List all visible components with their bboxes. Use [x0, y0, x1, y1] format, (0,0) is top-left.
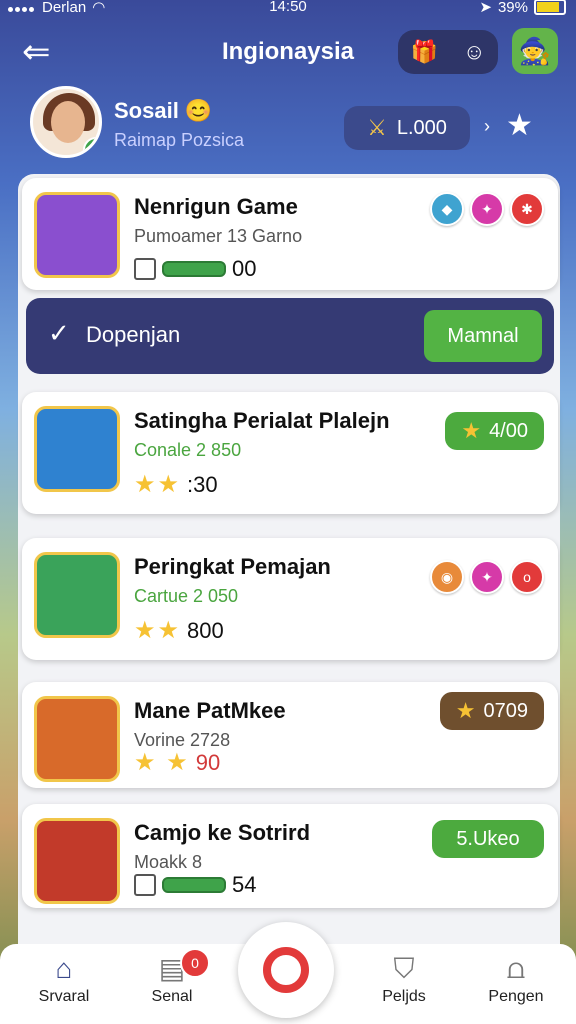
- coins-value: L.000: [396, 116, 447, 139]
- game-meta: ★★ 800: [134, 616, 224, 645]
- magic-icon[interactable]: ✦: [470, 192, 504, 226]
- score-value: 0709: [483, 699, 529, 722]
- meta-value: 800: [187, 617, 224, 643]
- notification-badge: 0: [180, 948, 210, 978]
- card-action-icons: ◉ ✦ o: [430, 560, 544, 594]
- rating-stars-icon: ★★: [134, 617, 182, 644]
- sword-icon: ⚔: [367, 115, 387, 140]
- map-icon: ⛉: [393, 953, 415, 984]
- avatar[interactable]: [30, 86, 102, 158]
- game-card[interactable]: Camjo ke Sotrird Moakk 8 54 5.Ukeo: [22, 804, 558, 908]
- user-avatar-button[interactable]: 🧙: [512, 28, 558, 74]
- meta-value: 00: [232, 256, 257, 281]
- score-value: 5.Ukeo: [456, 827, 520, 850]
- meta-value: 54: [232, 872, 257, 897]
- game-title: Nenrigun Game: [134, 194, 298, 219]
- section-header: ✓ Dopenjan Mamnal: [26, 298, 554, 374]
- score-value: 4/00: [489, 419, 528, 442]
- nav-item-tasks[interactable]: ⛉ Peljds: [356, 950, 452, 1006]
- gift-icon[interactable]: 🎁: [411, 39, 438, 65]
- check-icon: ✓: [48, 318, 70, 348]
- favorite-star-icon[interactable]: ★: [506, 108, 533, 143]
- meta-value: 90: [195, 749, 221, 775]
- nav-label: Peljds: [382, 988, 426, 1005]
- nav-item-home[interactable]: ⌂ Srvaral: [16, 950, 112, 1006]
- header-actions: 🎁 ☺: [398, 30, 498, 74]
- game-meta: ★ ★ 90: [134, 748, 220, 777]
- rating-stars-icon: ★ ★: [134, 749, 190, 776]
- game-thumbnail: [34, 818, 120, 904]
- tag-icon: [134, 258, 156, 280]
- status-bar: Derlan ◠ 14:50 ➤ 39%: [0, 0, 576, 20]
- game-meta: 00: [134, 256, 256, 282]
- game-card[interactable]: Mane PatMkee Vorine 2728 ★ ★ 90 ★ 0709: [22, 682, 558, 788]
- game-card[interactable]: Satingha Perialat Plalejn Conale 2 850 ★…: [22, 392, 558, 514]
- game-title: Camjo ke Sotrird: [134, 820, 311, 845]
- game-thumbnail: [34, 696, 120, 782]
- game-title: Mane PatMkee: [134, 698, 286, 723]
- avatar-face: [51, 101, 85, 143]
- rating-stars-icon: ★★: [134, 471, 182, 498]
- battery-icon: [534, 0, 566, 15]
- game-title: Peringkat Pemajan: [134, 554, 331, 579]
- game-card[interactable]: Nenrigun Game Pumoamer 13 Garno 00 ◆ ✦ ✱: [22, 178, 558, 290]
- game-subtitle: Pumoamer 13 Garno: [134, 226, 303, 246]
- game-subtitle: Cartue 2 050: [134, 586, 239, 606]
- magic-icon[interactable]: ✦: [470, 560, 504, 594]
- alert-icon[interactable]: o: [510, 560, 544, 594]
- nav-label: Senal: [151, 988, 193, 1005]
- game-subtitle: Moakk 8: [134, 852, 203, 872]
- meta-value: :30: [187, 471, 218, 497]
- game-thumbnail: [34, 552, 120, 638]
- bottom-nav: ⌂ Srvaral ▤ Senal 0 ⛉ Peljds ⩍ Pengen: [0, 922, 576, 1024]
- game-title: Satingha Perialat Plalejn: [134, 408, 390, 433]
- verified-badge-icon: [83, 137, 99, 155]
- home-icon: ⌂: [55, 953, 73, 984]
- nav-label: Srvaral: [38, 988, 90, 1005]
- location-icon: ➤: [479, 0, 492, 16]
- chevron-right-icon[interactable]: ›: [484, 116, 490, 137]
- score-badge[interactable]: ★ 0709: [439, 692, 544, 730]
- gear-icon[interactable]: ✱: [510, 192, 544, 226]
- profile-section: Sosail 😊 Raimap Pozsica ⚔ L.000 › ★: [0, 86, 576, 166]
- game-meta: ★★ :30: [134, 470, 218, 499]
- location-pin-icon: [263, 947, 309, 993]
- nav-label: Pengen: [488, 988, 544, 1005]
- face-icon[interactable]: ☺: [463, 39, 485, 65]
- center-map-button[interactable]: [238, 922, 334, 1018]
- game-thumbnail: [34, 192, 120, 278]
- card-action-icons: ◆ ✦ ✱: [430, 192, 544, 226]
- star-icon: ★: [455, 698, 476, 723]
- star-icon: ★: [461, 418, 482, 443]
- profile-name: Sosail 😊: [114, 98, 213, 123]
- game-card[interactable]: Peringkat Pemajan Cartue 2 050 ★★ 800 ◉ …: [22, 538, 558, 660]
- section-label: Dopenjan: [86, 322, 181, 347]
- profile-subtitle: Raimap Pozsica: [114, 130, 245, 150]
- progress-bar: [162, 261, 226, 277]
- coins-button[interactable]: ⚔ L.000: [344, 106, 470, 150]
- nav-item-messages[interactable]: ▤ Senal 0: [124, 948, 220, 1006]
- battery-percent: 39%: [497, 0, 528, 16]
- status-right: ➤ 39%: [479, 0, 566, 16]
- progress-bar: [162, 877, 226, 893]
- game-meta: 54: [134, 872, 256, 898]
- top-bar: ⇐ Ingionaysia 🎁 ☺ 🧙: [0, 28, 576, 78]
- tag-icon: [134, 874, 156, 896]
- potion-icon[interactable]: ◉: [430, 560, 464, 594]
- nav-item-settings[interactable]: ⩍ Pengen: [468, 950, 564, 1006]
- manual-button[interactable]: Mamnal: [424, 310, 542, 362]
- game-thumbnail: [34, 406, 120, 492]
- score-badge[interactable]: ★ 4/00: [445, 412, 544, 450]
- bell-icon: ⩍: [506, 953, 526, 984]
- shield-icon[interactable]: ◆: [430, 192, 464, 226]
- score-badge[interactable]: 5.Ukeo: [432, 820, 544, 858]
- game-subtitle: Conale 2 850: [134, 440, 242, 460]
